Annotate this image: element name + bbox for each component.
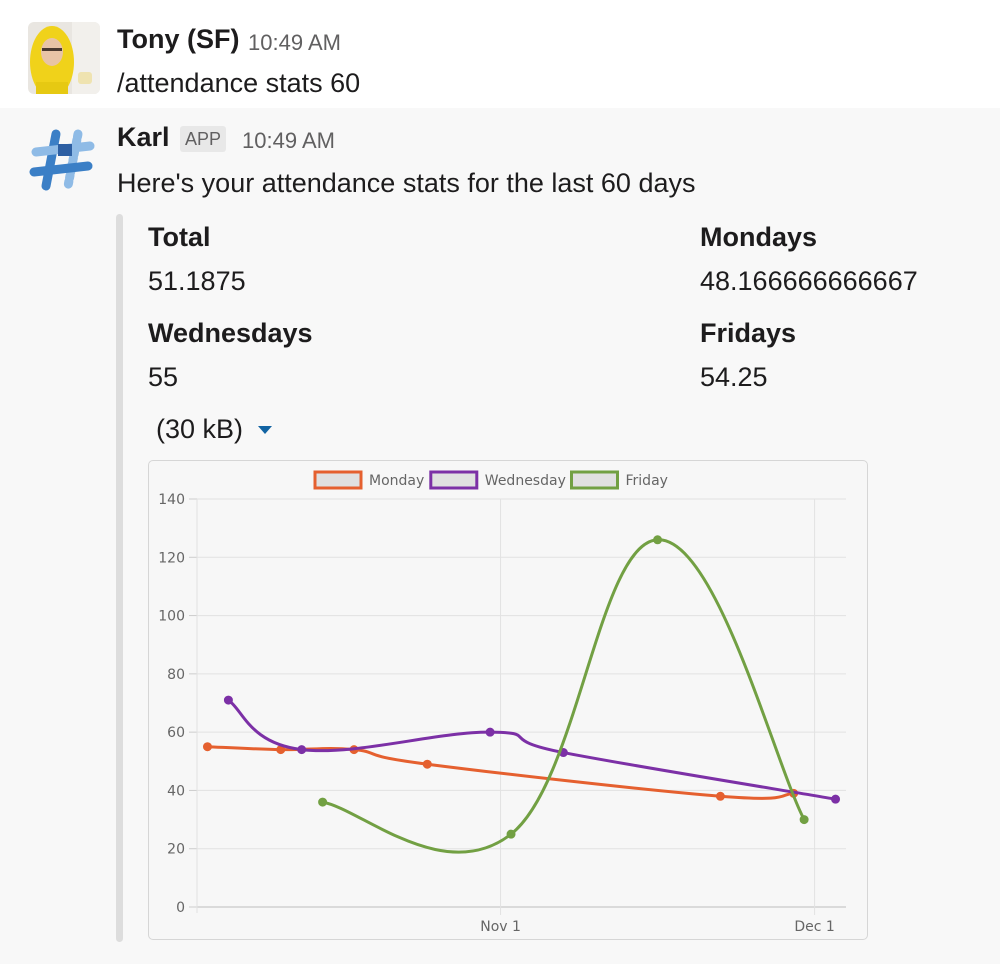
y-tick-label: 0 <box>176 900 185 916</box>
y-tick-label: 60 <box>167 725 185 741</box>
series-line-wednesday <box>227 698 836 801</box>
field-title-wednesdays: Wednesdays <box>148 318 313 348</box>
y-tick-label: 40 <box>167 783 185 799</box>
y-tick-label: 120 <box>158 550 185 566</box>
message-timestamp[interactable]: 10:49 AM <box>248 30 341 56</box>
data-point-friday <box>653 535 663 545</box>
series-line-friday <box>322 538 806 854</box>
data-point-wednesday <box>297 745 307 755</box>
data-point-friday <box>318 797 328 807</box>
legend-label-monday: Monday <box>369 473 424 489</box>
attachment-chart-image[interactable]: 0 20 40 60 80 100 120 140 Nov 1 Dec 1 Monday Wednes… <box>148 460 868 940</box>
x-tick-label: Dec 1 <box>794 919 834 935</box>
field-title-mondays: Mondays <box>700 222 818 252</box>
slack-hash-logo-icon <box>29 129 95 191</box>
app-badge: APP <box>180 126 227 152</box>
data-point-friday <box>506 829 516 839</box>
sender-name[interactable]: Tony (SF) <box>117 24 239 55</box>
data-point-wednesday <box>485 727 495 737</box>
x-tick-label: Nov 1 <box>480 919 521 935</box>
message-tony: Tony (SF) 10:49 AM /attendance stats 60 <box>0 0 1000 108</box>
legend-swatch-wednesday <box>429 470 479 490</box>
message-timestamp[interactable]: 10:49 AM <box>242 128 335 154</box>
attachment-side-bar <box>116 214 123 942</box>
field-value-mondays: 48.166666666667 <box>700 266 918 296</box>
avatar-karl[interactable] <box>28 126 100 198</box>
legend-swatch-friday <box>570 470 619 490</box>
field-value-total: 51.1875 <box>148 266 246 296</box>
legend-label-wednesday: Wednesday <box>485 473 566 489</box>
data-point-wednesday <box>223 695 233 705</box>
y-tick-label: 140 <box>158 492 185 508</box>
data-point-monday <box>715 791 725 801</box>
data-point-monday <box>202 742 212 752</box>
y-tick-label: 80 <box>167 667 185 683</box>
legend-swatch-monday <box>313 470 363 490</box>
legend-label-friday: Friday <box>626 473 668 489</box>
avatar-tony[interactable] <box>28 22 100 94</box>
data-point-monday <box>422 759 432 769</box>
field-title-total: Total <box>148 222 211 252</box>
message-text: Here's your attendance stats for the las… <box>117 168 696 198</box>
field-value-wednesdays: 55 <box>148 362 179 392</box>
data-point-wednesday <box>831 794 841 804</box>
sender-name[interactable]: Karl <box>117 122 170 153</box>
file-size-label: (30 kB) <box>156 414 244 444</box>
user-photo-avatar-icon <box>28 22 100 94</box>
attendance-line-chart: 0 20 40 60 80 100 120 140 Nov 1 Dec 1 Monday Wednes… <box>158 470 846 935</box>
y-tick-label: 100 <box>158 609 185 625</box>
data-point-friday <box>799 815 809 825</box>
field-value-fridays: 54.25 <box>700 362 768 392</box>
caret-down-icon[interactable] <box>258 426 272 434</box>
message-text: /attendance stats 60 <box>117 68 361 98</box>
y-tick-label: 20 <box>167 842 185 858</box>
field-title-fridays: Fridays <box>700 318 797 348</box>
